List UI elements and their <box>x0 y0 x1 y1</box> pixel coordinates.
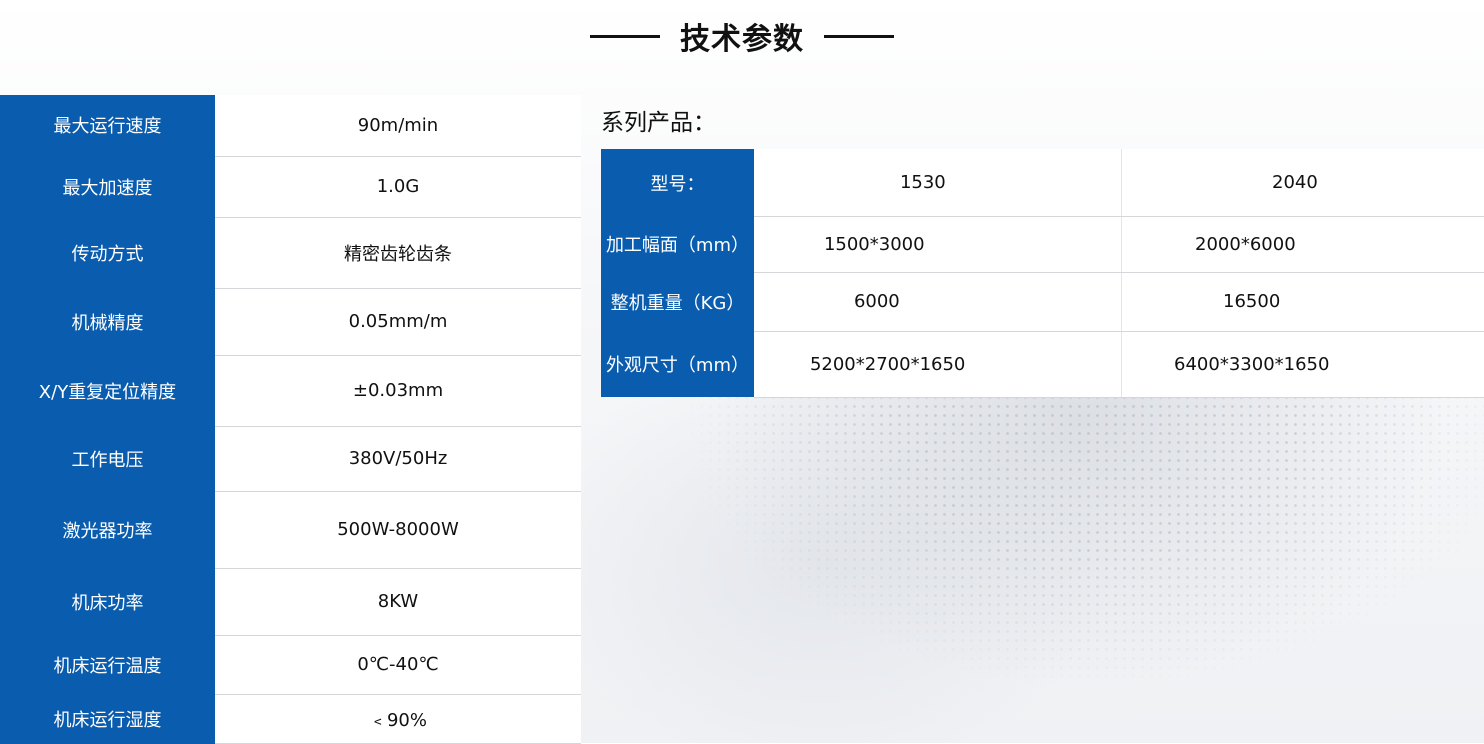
table-row: 机床运行温度 0℃-40℃ <box>0 635 581 695</box>
product-value: 1500*3000 <box>823 233 925 255</box>
spec-value: 0.05mm/m <box>215 288 581 356</box>
spec-label: 机床功率 <box>0 568 215 636</box>
product-cell: 1530 <box>753 149 1123 217</box>
product-cell: 16500 <box>1121 272 1484 332</box>
spec-label: 最大运行速度 <box>0 95 215 157</box>
spec-label: 机床运行湿度 <box>0 694 215 744</box>
table-row: X/Y重复定位精度 ±0.03mm <box>0 355 581 427</box>
spec-label: 最大加速度 <box>0 156 215 218</box>
spec-label: 激光器功率 <box>0 491 215 569</box>
spec-label: 机械精度 <box>0 288 215 356</box>
product-row-label: 加工幅面（mm） <box>601 216 754 272</box>
product-value: 6400*3300*1650 <box>1174 353 1330 375</box>
table-row: 工作电压 380V/50Hz <box>0 426 581 492</box>
product-value: 1530 <box>899 171 946 193</box>
product-cell: 6400*3300*1650 <box>1121 331 1484 398</box>
product-cell: 6000 <box>753 272 1123 332</box>
table-row: 传动方式 精密齿轮齿条 <box>0 217 581 289</box>
spec-value: 1.0G <box>215 156 581 218</box>
product-series-table: 型号： 1530 2040 加工幅面（mm） 1500*3000 2000*60… <box>601 149 1484 398</box>
spec-value: 90m/min <box>215 95 581 157</box>
table-row: 机床功率 8KW <box>0 568 581 636</box>
product-row-label: 整机重量（KG） <box>601 272 754 331</box>
spec-value: 精密齿轮齿条 <box>215 217 581 289</box>
table-row: 外观尺寸（mm） 5200*2700*1650 6400*3300*1650 <box>601 331 1484 398</box>
table-row: 最大运行速度 90m/min <box>0 95 581 157</box>
spec-label: 工作电压 <box>0 426 215 492</box>
spec-value: 500W-8000W <box>215 491 581 569</box>
product-value: 2040 <box>1272 171 1318 193</box>
product-row-label: 型号： <box>601 149 754 216</box>
spec-value: ±0.03mm <box>215 355 581 427</box>
heading-right-rule <box>824 34 894 38</box>
spec-label: 传动方式 <box>0 217 215 289</box>
table-row: 整机重量（KG） 6000 16500 <box>601 272 1484 332</box>
spec-value: 380V/50Hz <box>215 426 581 492</box>
product-value: 16500 <box>1223 291 1281 312</box>
product-value: 5200*2700*1650 <box>809 353 966 375</box>
table-row: 型号： 1530 2040 <box>601 149 1484 217</box>
table-row: 机械精度 0.05mm/m <box>0 288 581 356</box>
spec-label: X/Y重复定位精度 <box>0 355 215 427</box>
section-title: 技术参数 <box>680 22 804 57</box>
table-row: 加工幅面（mm） 1500*3000 2000*6000 <box>601 216 1484 273</box>
product-cell: 2040 <box>1121 149 1484 217</box>
spec-value: 8KW <box>215 568 581 636</box>
section-heading: 技术参数 <box>0 10 1484 62</box>
spec-label: 机床运行温度 <box>0 635 215 695</box>
spec-value: 0℃-40℃ <box>215 635 581 695</box>
series-products-label: 系列产品： <box>601 110 716 136</box>
table-row: 最大加速度 1.0G <box>0 156 581 218</box>
product-value: 6000 <box>853 291 900 312</box>
product-cell: 5200*2700*1650 <box>753 331 1123 398</box>
heading-left-rule <box>590 34 660 38</box>
product-row-label: 外观尺寸（mm） <box>601 331 754 397</box>
spec-table: 最大运行速度 90m/min 最大加速度 1.0G 传动方式 精密齿轮齿条 机械… <box>0 95 581 744</box>
table-row: 机床运行湿度 ﹤90% <box>0 694 581 744</box>
product-value: 2000*6000 <box>1195 233 1296 255</box>
spec-value: ﹤90% <box>215 694 581 744</box>
table-row: 激光器功率 500W-8000W <box>0 491 581 569</box>
product-cell: 2000*6000 <box>1121 216 1484 273</box>
product-cell: 1500*3000 <box>753 216 1123 273</box>
